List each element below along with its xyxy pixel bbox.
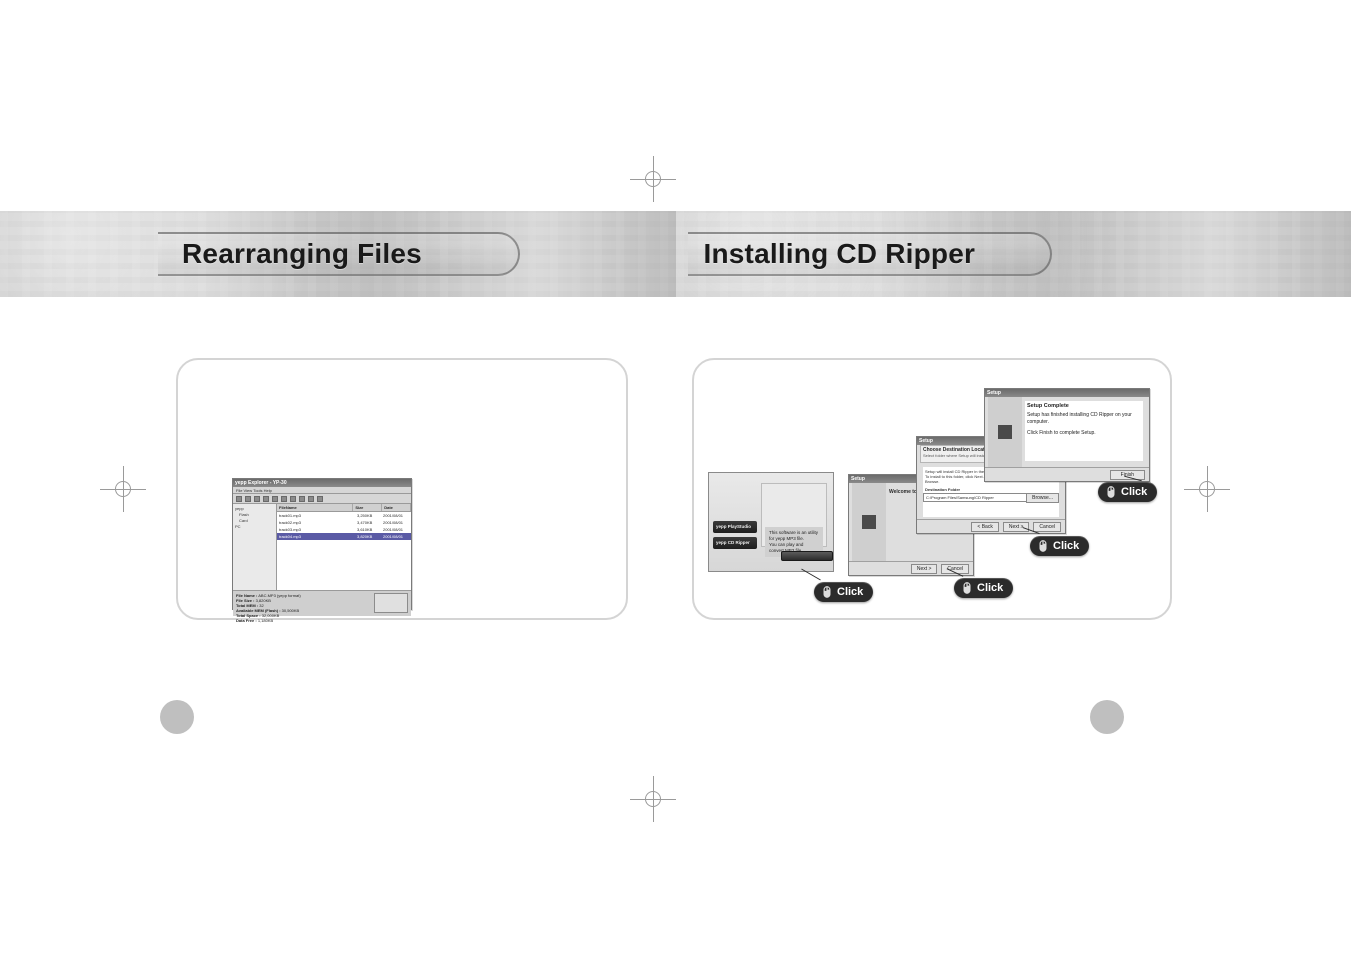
toolbar-icon [245,496,251,502]
cd-sub-line: This software is an utility for yepp MP3… [769,530,819,542]
toolbar-icon [236,496,242,502]
crop-mark-left [100,466,146,512]
dlg3-heading: Setup Complete [1027,403,1141,410]
cell-date: 2001/08/01 [383,526,409,533]
fm-titlebar: yepp Explorer - YP-30 [233,479,411,487]
cell-name: track04.mp3 [279,533,357,540]
fm-list: FileName Size Date track01.mp3 3,250KB 2… [277,504,411,590]
table-row: track01.mp3 3,250KB 2001/08/01 [277,512,411,519]
cell-name: track03.mp3 [279,526,357,533]
col-size: Size [353,504,382,511]
mouse-icon [960,581,974,595]
info-label: Data Free : [236,618,257,623]
toolbar-icon [272,496,278,502]
toolbar-icon [290,496,296,502]
crop-mark-right [1184,466,1230,512]
fm-body: yepp Flash Card PC FileName Size Date tr… [233,504,411,590]
cell-date: 2001/08/01 [383,533,409,540]
dlg2-dest-label: Destination Folder [925,487,1057,492]
mouse-icon [1104,485,1118,499]
dlg2-dest-path-text: C:\Program Files\Samsung\CD Ripper [924,495,994,500]
dlg2-footer: < Back Next > Cancel [917,519,1065,533]
page-dot-right [1090,700,1124,734]
fm-toolbar [233,494,411,504]
setup-glyph-icon [998,425,1012,439]
fm-menu-bar: File View Tools Help [233,487,411,494]
installer-dialog-complete: Setup Setup Complete Setup has finished … [984,388,1150,482]
dlg2-cancel-button[interactable]: Cancel [1033,522,1061,532]
toolbar-icon [281,496,287,502]
cell-size: 3,820KB [357,533,383,540]
click-label: Click [977,582,1003,594]
cell-date: 2001/08/01 [383,512,409,519]
fm-list-header: FileName Size Date [277,504,411,512]
toolbar-icon [299,496,305,502]
figure-rearranging-files: yepp Explorer - YP-30 File View Tools He… [176,358,628,620]
toolbar-icon [317,496,323,502]
cd-nav-item[interactable]: yepp PlayStudio [713,521,757,533]
cd-nav-item-cd-ripper[interactable]: yepp CD Ripper [713,537,757,549]
info-value: 1,180KB [258,618,273,623]
mouse-icon [1036,539,1050,553]
dlg3-body-line: Setup has finished installing CD Ripper … [1027,412,1141,426]
click-callout-2: Click [954,578,1013,598]
fm-tree: yepp Flash Card PC [233,504,277,590]
setup-glyph-icon [862,515,876,529]
cd-nav: yepp PlayStudio yepp CD Ripper [713,521,757,553]
tree-node: PC [235,524,274,530]
cell-name: track02.mp3 [279,519,357,526]
click-label: Click [837,586,863,598]
fm-info-panel: File Name : ABC.MP3 (yepp format) File S… [233,590,411,616]
col-name: FileName [277,504,353,511]
title-left: Rearranging Files [182,238,422,270]
file-manager-window: yepp Explorer - YP-30 File View Tools He… [232,478,412,610]
click-callout-3: Click [1030,536,1089,556]
mouse-icon [820,585,834,599]
cell-name: track01.mp3 [279,512,357,519]
col-date: Date [382,504,411,511]
click-label: Click [1053,540,1079,552]
cell-size: 3,470KB [357,519,383,526]
banner-left: Rearranging Files [0,211,676,297]
cell-size: 3,610KB [357,526,383,533]
title-pill-left: Rearranging Files [158,232,520,276]
table-row-selected: track04.mp3 3,820KB 2001/08/01 [277,533,411,540]
click-callout-1: Click [814,582,873,602]
cell-date: 2001/08/01 [383,519,409,526]
header-banner-row: Rearranging Files Installing CD Ripper [0,211,1351,297]
fm-info-preview [374,593,408,613]
table-row: track02.mp3 3,470KB 2001/08/01 [277,519,411,526]
dlg3-body-line: Click Finish to complete Setup. [1027,430,1141,437]
figure-installing-cd-ripper: yepp' yepp PlayStudio yepp CD Ripper Thi… [692,358,1172,620]
dlg2-back-button[interactable]: < Back [971,522,998,532]
crop-mark-top [630,156,676,202]
dlg1-next-button[interactable]: Next > [911,564,938,574]
dlg3-body: Setup Complete Setup has finished instal… [1025,401,1143,461]
crop-mark-bottom [630,776,676,822]
title-pill-right: Installing CD Ripper [688,232,1052,276]
cd-autorun-window: yepp' yepp PlayStudio yepp CD Ripper Thi… [708,472,834,572]
dlg3-titlebar: Setup [985,389,1149,397]
cell-size: 3,250KB [357,512,383,519]
info-value: 30,500KB [282,608,300,613]
dlg3-footer: Finish [985,467,1149,481]
dlg2-browse-button[interactable]: Browse... [1026,493,1059,503]
dlg1-sidebar [852,483,886,561]
toolbar-icon [308,496,314,502]
cd-run-button[interactable] [781,551,833,561]
dlg3-finish-button[interactable]: Finish [1110,470,1145,480]
banner-right: Installing CD Ripper [676,211,1351,297]
toolbar-icon [254,496,260,502]
dlg3-sidebar [988,397,1022,467]
table-row: track03.mp3 3,610KB 2001/08/01 [277,526,411,533]
toolbar-icon [263,496,269,502]
page-dot-left [160,700,194,734]
click-callout-4: Click [1098,482,1157,502]
dlg2-dest-path: C:\Program Files\Samsung\CD Ripper [923,493,1035,502]
click-label: Click [1121,486,1147,498]
title-right: Installing CD Ripper [704,238,976,270]
